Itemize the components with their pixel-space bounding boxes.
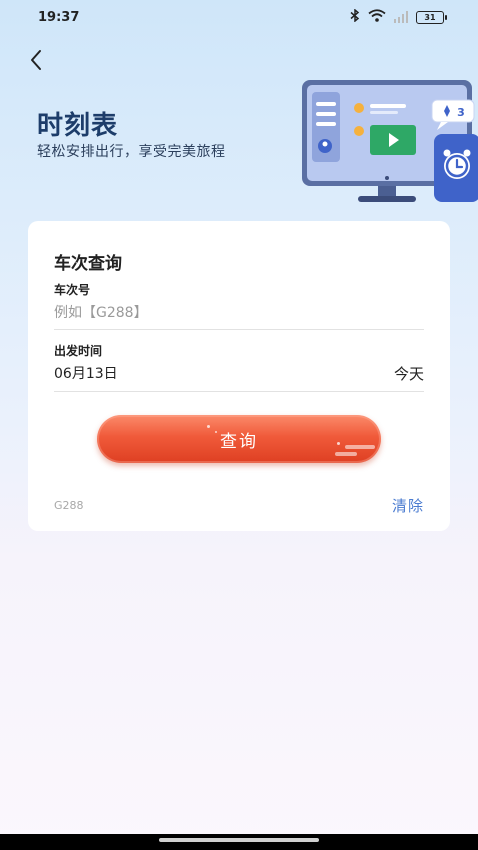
status-time: 19:37: [38, 9, 80, 25]
sparkle-decoration: [207, 425, 210, 428]
illustration-badge-count: 3: [457, 106, 465, 119]
departure-time-label: 出发时间: [54, 344, 103, 358]
streak-decoration: [335, 452, 357, 456]
status-icons: 31: [350, 7, 447, 26]
today-label[interactable]: 今天: [394, 363, 424, 384]
clear-history-button[interactable]: 清除: [392, 495, 424, 516]
departure-date-picker[interactable]: 06月13日: [54, 363, 118, 383]
history-item[interactable]: G288: [54, 499, 84, 512]
battery-level: 31: [424, 12, 436, 22]
home-indicator[interactable]: [159, 838, 319, 842]
sparkle-decoration: [215, 431, 217, 433]
page-title: 时刻表: [37, 111, 119, 141]
status-bar: 19:37 31: [0, 0, 478, 34]
train-query-card: 车次查询 车次号 出发时间 06月13日 今天 查询 G288 清除: [28, 221, 450, 531]
monitor-clock-illustration: 3: [302, 80, 478, 202]
query-button[interactable]: 查询: [97, 415, 381, 463]
chevron-left-icon: [31, 50, 41, 70]
page-subtitle: 轻松安排出行，享受完美旅程: [37, 144, 226, 160]
query-button-label: 查询: [220, 431, 258, 452]
divider: [54, 391, 424, 392]
card-title: 车次查询: [54, 254, 122, 274]
system-nav-bar: [0, 834, 478, 850]
wifi-icon: [367, 8, 386, 26]
bluetooth-icon: [350, 7, 360, 26]
streak-decoration: [345, 445, 375, 449]
divider: [54, 329, 424, 330]
battery-icon: 31: [416, 10, 447, 24]
train-number-input[interactable]: [54, 301, 424, 325]
signal-icon: [393, 11, 408, 23]
train-number-label: 车次号: [54, 283, 91, 297]
sparkle-decoration: [337, 442, 340, 445]
back-button[interactable]: [22, 46, 50, 74]
